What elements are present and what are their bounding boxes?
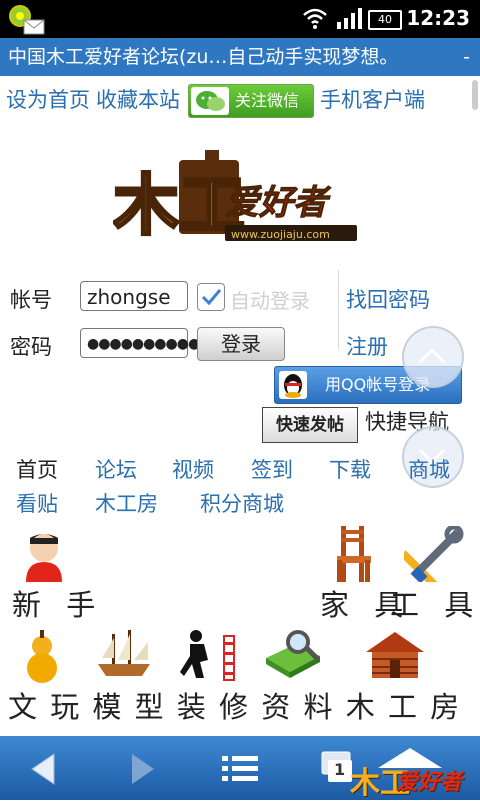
account-input[interactable]: zhongse [80,281,188,311]
menu-button[interactable] [220,752,260,790]
login-divider [338,270,339,350]
nav-view-posts[interactable]: 看贴 [16,488,58,518]
chair-icon[interactable] [333,524,375,588]
signal-icon [336,8,362,34]
fast-post-button[interactable]: 快速发帖 [262,407,358,443]
qq-penguin-icon [279,371,307,399]
login-button[interactable]: 登录 [197,327,285,361]
renovation-icon[interactable] [178,626,238,686]
newbie-label[interactable]: 新 手 [12,582,103,624]
back-arrow-icon [31,753,55,785]
auto-login-label[interactable]: 自动登录 [230,285,310,314]
nav-download[interactable]: 下载 [329,454,371,484]
nav-mall[interactable]: 商城 [408,454,450,484]
site-logo[interactable]: 木工 爱好者 www.zuojiaju.com [112,150,367,248]
home-logo-button[interactable]: 木工 爱好者 [350,742,474,801]
nav-video[interactable]: 视频 [172,454,214,484]
top-links: 设为首页 收藏本站 关注微信 手机客户端 [6,84,431,118]
find-password-link[interactable]: 找回密码 [346,284,430,314]
newbie-icon[interactable] [18,528,70,586]
logo-name: 爱好者 [225,183,332,223]
browser-title-bar[interactable]: 中国木工爱好者论坛(zu…自己动手实现梦想。 - [0,38,480,76]
bookmark-link[interactable]: 收藏本站 [96,88,180,112]
logo-url: www.zuojiaju.com [231,228,330,241]
password-input[interactable]: ●●●●●●●●●●● [80,328,211,358]
clock-time: 12:23 [406,6,470,30]
app-notification-icon [6,4,46,40]
nav-forum[interactable]: 论坛 [95,454,137,484]
page-scrollbar[interactable] [472,80,478,110]
nav-workshop[interactable]: 木工房 [95,488,158,518]
account-label: 帐号 [10,288,52,312]
status-bar: 40 12:23 [0,0,480,38]
nav-points-mall[interactable]: 积分商城 [200,488,284,518]
set-home-link[interactable]: 设为首页 [6,88,90,112]
bottom-logo-text: 爱好者 [396,770,463,795]
page-title: 中国木工爱好者论坛(zu…自己动手实现梦想。 [8,46,399,68]
books-icon[interactable] [262,628,324,686]
back-button[interactable] [28,752,58,790]
wood-cabin-icon[interactable] [364,628,426,684]
wechat-label: 关注微信 [235,91,300,110]
chevron-up-icon [418,347,446,364]
tools-icon[interactable] [400,524,464,592]
forward-arrow-icon [132,754,154,784]
ship-model-icon[interactable] [94,628,154,684]
forward-button[interactable] [128,752,158,790]
browser-bottom-bar: 1 木工 爱好者 [0,736,480,801]
battery-icon: 40 [368,10,402,30]
wechat-follow-button[interactable]: 关注微信 [188,84,314,118]
auto-login-checkbox[interactable] [197,283,225,311]
wifi-icon [302,6,328,34]
nav-checkin[interactable]: 签到 [251,454,293,484]
nav-home[interactable]: 首页 [16,454,58,484]
wechat-icon [191,87,229,115]
gourd-icon[interactable] [20,628,64,688]
password-label: 密码 [10,335,52,359]
tab-count: 1 [334,760,346,779]
scroll-up-button[interactable] [402,326,464,388]
menu-list-icon [222,756,258,781]
register-link[interactable]: 注册 [346,331,388,361]
title-menu-button[interactable]: - [463,38,470,76]
checkmark-icon [201,289,222,306]
category-row-labels[interactable]: 文 玩 模 型 装 修 资 料 木 工 房 [8,684,461,726]
mobile-client-link[interactable]: 手机客户端 [320,88,425,112]
tools-label[interactable]: 工 具 [390,582,480,624]
